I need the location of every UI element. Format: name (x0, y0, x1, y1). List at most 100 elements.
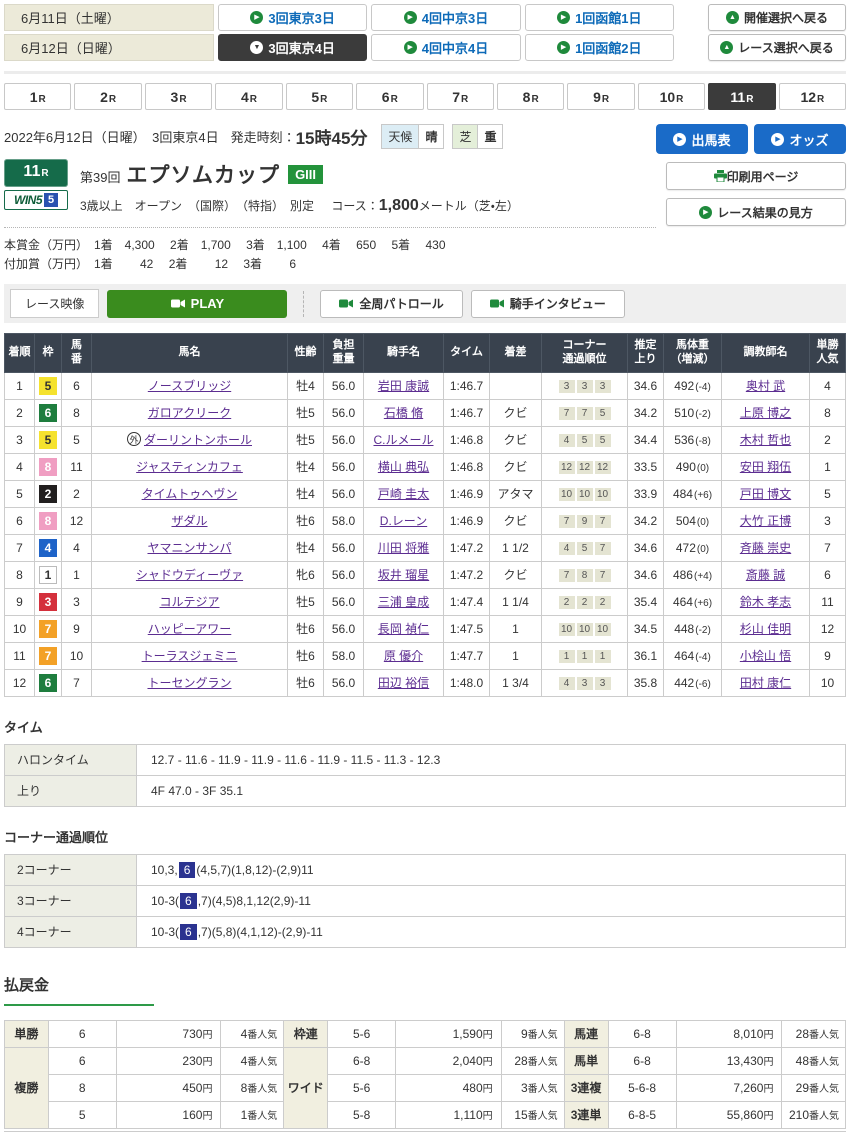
jockey-link[interactable]: 川田 将雅 (378, 541, 429, 555)
meeting-link-hakodate1[interactable]: ▶1回函館1日 (525, 4, 674, 31)
trainer-link[interactable]: 鈴木 孝志 (740, 595, 791, 609)
meeting-link-label: 1回函館2日 (575, 38, 641, 57)
arrow-up-icon: ▲ (720, 41, 733, 54)
race-tab[interactable]: 3R (145, 83, 212, 110)
horse-weight-diff: (0) (697, 463, 709, 474)
trainer-link[interactable]: 田村 康仁 (740, 676, 791, 690)
jockey-interview-button[interactable]: 騎手インタビュー (471, 290, 625, 318)
horse-weight: 486(+4) (664, 561, 722, 588)
race-tab-suffix: R (320, 94, 327, 105)
race-tab[interactable]: 9R (567, 83, 634, 110)
jockey-link[interactable]: 戸崎 圭太 (378, 487, 429, 501)
patrol-video-button[interactable]: 全周パトロール (320, 290, 462, 318)
carried-weight: 56.0 (324, 588, 364, 615)
back-to-meeting-select-button[interactable]: ▲開催選択へ戻る (708, 4, 846, 31)
jockey-link[interactable]: 原 優介 (384, 649, 423, 663)
jockey-cell: 長岡 禎仁 (364, 615, 444, 642)
trainer-link[interactable]: 奥村 武 (746, 379, 785, 393)
horse-weight-diff: (+6) (694, 598, 712, 609)
corner-positions: 111 (542, 642, 628, 669)
race-tab[interactable]: 5R (286, 83, 353, 110)
jockey-cell: 川田 将雅 (364, 534, 444, 561)
horse-name-link[interactable]: ジャスティンカフェ (136, 460, 243, 474)
horse-name-link[interactable]: トーラスジェミニ (142, 649, 238, 663)
corner-position: 3 (559, 380, 575, 393)
results-table: 着順枠馬 番馬名性齢負担 重量騎手名タイム着差コーナー 通過順位推定 上り馬体重… (4, 333, 846, 697)
last-furlongs-value: 4F 47.0 - 3F 35.1 (137, 775, 846, 806)
trifecta-amount: 55,860円 (676, 1101, 782, 1128)
trainer-link[interactable]: 斉藤 崇史 (740, 541, 791, 555)
date-links: ▶3回東京3日 ▶4回中京3日 ▶1回函館1日 (218, 4, 674, 31)
jockey-link[interactable]: 横山 典弘 (378, 460, 429, 474)
meeting-link-chukyo4[interactable]: ▶4回中京4日 (371, 34, 520, 61)
race-tab[interactable]: 4R (215, 83, 282, 110)
halon-time-value: 12.7 - 11.6 - 11.9 - 11.9 - 11.6 - 11.9 … (137, 744, 846, 775)
trainer-link[interactable]: 大竹 正博 (740, 514, 791, 528)
trainer-link[interactable]: 戸田 博文 (740, 487, 791, 501)
horse-name-link[interactable]: トーセングラン (147, 676, 231, 690)
trainer-link[interactable]: 小桧山 悟 (740, 649, 791, 663)
horse-name-link[interactable]: タイムトゥヘヴン (142, 487, 238, 501)
entry-table-button[interactable]: ▶出馬表 (656, 124, 748, 154)
horse-name-link[interactable]: シャドウディーヴァ (136, 568, 243, 582)
horse-name-link[interactable]: ザダル (171, 514, 207, 528)
jockey-link[interactable]: 三浦 皇成 (378, 595, 429, 609)
finish-time: 1:46.7 (444, 399, 490, 426)
horse-name-link[interactable]: ノースブリッジ (148, 379, 231, 393)
race-tab[interactable]: 12R (779, 83, 846, 110)
win-favorite-rank: 12 (810, 615, 846, 642)
race-tab-suffix: R (109, 94, 116, 105)
finish-time: 1:46.8 (444, 453, 490, 480)
meeting-link-tokyo3[interactable]: ▶3回東京3日 (218, 4, 367, 31)
race-tab[interactable]: 10R (638, 83, 705, 110)
horse-weight: 464(-4) (664, 642, 722, 669)
trainer-link[interactable]: 上原 博之 (740, 406, 791, 420)
sex-age: 牡6 (288, 507, 324, 534)
frame-cell: 5 (35, 372, 62, 399)
frame-cell: 3 (35, 588, 62, 615)
wide-combination: 5-6 (328, 1074, 396, 1101)
horse-name-link[interactable]: ダーリントンホール (144, 433, 252, 447)
trainer-link[interactable]: 木村 哲也 (740, 433, 791, 447)
jockey-link[interactable]: 田辺 裕信 (378, 676, 429, 690)
corner-position: 9 (577, 515, 593, 528)
results-column-header: 推定 上り (628, 334, 664, 373)
race-tab-suffix: R (676, 94, 683, 105)
horse-name-cell: ノースブリッジ (92, 372, 288, 399)
horse-name-link[interactable]: ハッピーアワー (148, 622, 232, 636)
play-button[interactable]: PLAY (107, 290, 287, 318)
weather-badge: 天候晴 (381, 124, 444, 149)
jockey-link[interactable]: 石橋 脩 (384, 406, 423, 420)
odds-button[interactable]: ▶オッズ (754, 124, 846, 154)
finish-time: 1:46.7 (444, 372, 490, 399)
print-page-button[interactable]: 印刷用ページ (666, 162, 846, 190)
margin: クビ (490, 507, 542, 534)
race-tab[interactable]: 8R (497, 83, 564, 110)
meeting-link-chukyo3[interactable]: ▶4回中京3日 (371, 4, 520, 31)
corner-position: 1 (559, 650, 575, 663)
jockey-link[interactable]: 岩田 康誠 (378, 379, 429, 393)
horse-name-link[interactable]: ガロアクリーク (148, 406, 231, 420)
horse-name-link[interactable]: コルテジア (159, 595, 219, 609)
trainer-link[interactable]: 斎藤 誠 (746, 568, 785, 582)
horse-name-link[interactable]: ヤマニンサンパ (147, 541, 231, 555)
jockey-link[interactable]: 長岡 禎仁 (378, 622, 429, 636)
race-tab[interactable]: 1R (4, 83, 71, 110)
trainer-link[interactable]: 安田 翔伍 (740, 460, 791, 474)
jockey-link[interactable]: 坂井 瑠星 (378, 568, 429, 582)
meeting-link-tokyo4-selected[interactable]: ▼3回東京4日 (218, 34, 367, 61)
back-to-race-select-button[interactable]: ▲レース選択へ戻る (708, 34, 846, 61)
race-tab[interactable]: 6R (356, 83, 423, 110)
race-tab[interactable]: 11R (708, 83, 775, 110)
trainer-link[interactable]: 杉山 佳明 (740, 622, 791, 636)
finish-position: 2 (5, 399, 35, 426)
result-guide-button[interactable]: ▶レース結果の見方 (666, 198, 846, 226)
trainer-cell: 安田 翔伍 (722, 453, 810, 480)
race-tab[interactable]: 2R (74, 83, 141, 110)
jockey-link[interactable]: D.レーン (380, 514, 427, 528)
jockey-link[interactable]: C.ルメール (373, 433, 433, 447)
halon-time-row: ハロンタイム 12.7 - 11.6 - 11.9 - 11.9 - 11.6 … (5, 744, 846, 775)
meeting-link-hakodate2[interactable]: ▶1回函館2日 (525, 34, 674, 61)
course-label: コース： (331, 199, 378, 213)
race-tab[interactable]: 7R (427, 83, 494, 110)
